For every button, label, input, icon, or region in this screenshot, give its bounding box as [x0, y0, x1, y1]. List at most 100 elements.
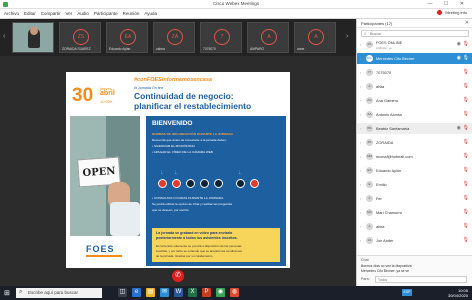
- mic-muted-icon[interactable]: 🎙︎: [463, 167, 469, 173]
- video-tile[interactable]: ZA zalma: [153, 22, 195, 53]
- search-icon: ⌕: [19, 289, 23, 295]
- tile-name: ZORAIDA SUAREZ: [62, 47, 91, 51]
- chevron-right-icon[interactable]: ›: [360, 112, 361, 117]
- chevron-right-icon[interactable]: ›: [360, 168, 361, 173]
- menu-item[interactable]: Reunión: [123, 11, 140, 16]
- mic-muted-icon[interactable]: 🎙︎: [463, 97, 469, 103]
- taskbar-search[interactable]: ⌕ Escribe aquí para buscar: [16, 288, 102, 298]
- avatar: A: [308, 29, 324, 45]
- video-tile[interactable]: Aanne: [294, 22, 336, 53]
- mic-muted-icon[interactable]: 🎙︎: [463, 223, 469, 229]
- participant-row[interactable]: › FS FOES ONLINE Anfitrión, yo ◉ 🎙︎: [357, 39, 472, 50]
- chevron-right-icon[interactable]: ›: [360, 210, 361, 215]
- participant-name: Mari Chamorro: [376, 210, 402, 215]
- taskbar-app-icon[interactable]: ◍: [230, 288, 239, 297]
- mic-muted-icon[interactable]: 🎙︎: [463, 139, 469, 145]
- participant-row[interactable]: › MC Mercedes Cifo Becher ◉ 🎙︎: [357, 53, 472, 64]
- participant-name: aNta: [376, 84, 385, 89]
- participant-name: 7075070: [376, 70, 392, 75]
- participant-row[interactable]: › F Fer 🎙︎: [357, 193, 472, 204]
- chevron-right-icon[interactable]: ›: [360, 154, 361, 159]
- menu-item[interactable]: Editar: [24, 11, 36, 16]
- record-icon: [214, 179, 223, 188]
- participant-row[interactable]: › AaNta 🎙︎: [357, 81, 472, 92]
- language-indicator[interactable]: ESP: [402, 289, 412, 296]
- window-controls[interactable]: — ☐ ✕: [428, 1, 469, 7]
- taskbar-app-icon[interactable]: e: [132, 288, 141, 297]
- taskbar-app-icon[interactable]: ◫: [118, 288, 127, 297]
- video-strip: ‹ › ZS ZORAIDA SUAREZ EA Eduardo Aylan ZA zal…: [0, 19, 356, 56]
- mic-muted-icon[interactable]: 🎙︎: [463, 237, 469, 243]
- chevron-right-icon[interactable]: ›: [360, 196, 361, 201]
- menu-item[interactable]: Audio: [77, 11, 89, 16]
- menu-item[interactable]: Ayuda: [144, 11, 157, 16]
- slide-text-line: • SILENCIAR EL MICRÓFONO: [152, 144, 195, 148]
- taskbar-app-icon[interactable]: ▤: [146, 288, 155, 297]
- strip-prev-icon[interactable]: ‹: [3, 33, 5, 40]
- search-input[interactable]: [370, 31, 466, 36]
- chevron-right-icon[interactable]: ›: [360, 140, 361, 145]
- menu-item[interactable]: Archivo: [4, 11, 19, 16]
- chat-input[interactable]: [375, 276, 467, 283]
- participant-row[interactable]: › E Emilio 🎙︎: [357, 179, 472, 190]
- mic-muted-icon[interactable]: 🎙︎: [463, 83, 469, 89]
- participant-row[interactable]: › BS Beatriz Santamaría ◉ 🎙︎: [357, 123, 472, 134]
- video-tile[interactable]: 7 7075070: [200, 22, 242, 53]
- video-tile[interactable]: A AMPARO: [247, 22, 289, 53]
- strip-next-icon[interactable]: ›: [346, 33, 348, 40]
- mic-muted-icon[interactable]: 🎙︎: [463, 181, 469, 187]
- participant-row[interactable]: › 77 7075070 🎙︎: [357, 67, 472, 78]
- taskbar-app-icon[interactable]: ✉: [160, 288, 169, 297]
- participant-row[interactable]: › EA Eduardo Aylón 🎙︎: [357, 165, 472, 176]
- meeting-status[interactable]: Meeting info: [437, 10, 467, 15]
- close-icon[interactable]: ✕: [465, 20, 469, 26]
- participant-row[interactable]: › AG Ana Gamero 🎙︎: [357, 95, 472, 106]
- notice-title-line2: posteriormente a todos los asistentes in…: [156, 236, 238, 240]
- chevron-right-icon[interactable]: ›: [360, 238, 361, 243]
- mic-muted-icon[interactable]: 🎙︎: [463, 55, 469, 61]
- video-tile[interactable]: [12, 22, 54, 53]
- chevron-right-icon[interactable]: ›: [360, 182, 361, 187]
- chevron-right-icon[interactable]: ›: [360, 42, 361, 47]
- mic-muted-icon[interactable]: 🎙︎: [463, 125, 469, 131]
- meeting-info-label: Meeting info: [445, 10, 467, 15]
- chevron-right-icon[interactable]: ›: [360, 126, 361, 131]
- taskbar-app-icon[interactable]: W: [174, 288, 183, 297]
- mic-muted-icon[interactable]: 🎙︎: [463, 195, 469, 201]
- system-clock[interactable]: 10:05 30/04/2020: [448, 288, 468, 298]
- mic-muted-icon[interactable]: 🎙︎: [463, 209, 469, 215]
- camera-icon[interactable]: ◉: [457, 55, 461, 61]
- participant-row[interactable]: › MC Mari Chamorro 🎙︎: [357, 207, 472, 218]
- taskbar-app-icon[interactable]: ◉: [216, 288, 225, 297]
- end-call-button[interactable]: ✆: [172, 270, 184, 282]
- chevron-right-icon[interactable]: ›: [360, 84, 361, 89]
- camera-icon[interactable]: ◉: [457, 41, 461, 47]
- start-icon[interactable]: ⊞: [4, 289, 10, 297]
- participant-row[interactable]: › Aalma 🎙︎: [357, 221, 472, 232]
- mic-muted-icon[interactable]: 🎙︎: [463, 153, 469, 159]
- menu-item[interactable]: Participante: [94, 11, 118, 16]
- participant-row[interactable]: › ZS ZORAIDA 🎙︎: [357, 137, 472, 148]
- camera-icon[interactable]: ◉: [457, 125, 461, 131]
- avatar: A: [261, 29, 277, 45]
- menu-item[interactable]: Compartir: [41, 11, 61, 16]
- participant-row[interactable]: › JA Jon Ander 🎙︎: [357, 235, 472, 246]
- mic-muted-icon[interactable]: 🎙︎: [463, 111, 469, 117]
- participant-name: Eduardo Aylón: [376, 168, 402, 173]
- menu-item[interactable]: Ver: [66, 11, 73, 16]
- video-tile[interactable]: ZS ZORAIDA SUAREZ: [59, 22, 101, 53]
- chevron-right-icon[interactable]: ›: [360, 70, 361, 75]
- chevron-right-icon[interactable]: ›: [360, 98, 361, 103]
- chevron-right-icon[interactable]: ›: [360, 56, 361, 61]
- mic-muted-icon[interactable]: 🎙︎: [463, 41, 469, 47]
- photo-sleeve: [110, 202, 140, 236]
- chevron-right-icon[interactable]: ›: [360, 224, 361, 229]
- notice-sub-line3: de la jornada. Gracias por su colaboraci…: [156, 254, 214, 258]
- mic-muted-icon[interactable]: 🎙︎: [463, 69, 469, 75]
- participant-row[interactable]: › MM mcmaf@hotmail.com 🎙︎: [357, 151, 472, 162]
- taskbar-app-icon[interactable]: P: [202, 288, 211, 297]
- participant-row[interactable]: › AA Antonio Alonso 🎙︎: [357, 109, 472, 120]
- taskbar-app-icon[interactable]: X: [188, 288, 197, 297]
- participants-search[interactable]: ⌕: [361, 30, 469, 37]
- video-tile[interactable]: EA Eduardo Aylan: [106, 22, 148, 53]
